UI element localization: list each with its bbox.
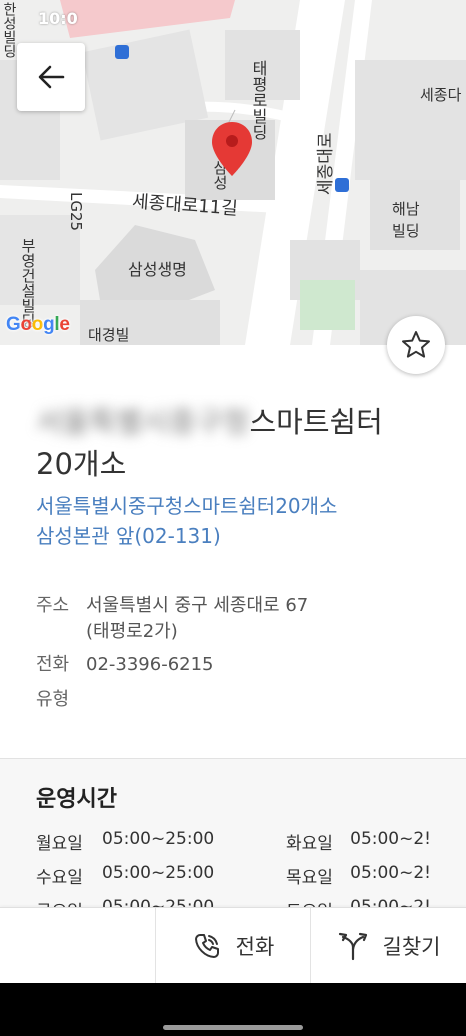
home-gesture-handle[interactable]	[163, 1025, 303, 1030]
map-label-sejongdaero: 세종대로	[316, 132, 336, 195]
hours-day: 월요일	[36, 834, 83, 854]
status-time: 10:0	[38, 9, 78, 28]
phone-value[interactable]: 02-3396-6215	[86, 652, 214, 678]
hours-time: 05:00~2!	[350, 829, 431, 849]
map-label-haenam: 해남빌딩	[392, 200, 420, 240]
place-subtitle-line1: 서울특별시중구청스마트쉼터20개소	[36, 494, 338, 518]
location-pin-icon[interactable]	[212, 122, 252, 180]
directions-button[interactable]: 길찾기	[310, 908, 466, 984]
bus-stop-icon[interactable]	[335, 178, 349, 192]
hours-time: 05:00~25:00	[102, 829, 215, 849]
hours-row: 수요일 05:00~25:00	[36, 863, 214, 888]
address-value[interactable]: 서울특별시 중구 세종대로 67 (태평로2가)	[86, 593, 308, 645]
hours-day: 목요일	[286, 868, 333, 888]
address-line1: 서울특별시 중구 세종대로 67	[86, 595, 309, 616]
type-row: 유형	[36, 687, 86, 713]
google-logo: Google	[6, 314, 70, 335]
call-button[interactable]: 전화	[155, 908, 310, 984]
directions-label: 길찾기	[382, 935, 441, 959]
bus-stop-icon[interactable]	[115, 45, 129, 59]
map-label-taepyeong: 태평로빌딩	[249, 60, 268, 140]
favorite-button[interactable]	[387, 316, 445, 374]
hours-day: 화요일	[286, 834, 333, 854]
hours-row: 목요일 05:00~2!	[286, 863, 431, 888]
back-button[interactable]	[17, 43, 85, 111]
map-label-lg25: LG25	[67, 192, 85, 232]
map-label-daegyeong: 대경빌	[88, 326, 130, 344]
hours-time: 05:00~2!	[350, 863, 431, 883]
directions-icon	[338, 932, 367, 961]
action-bar: 전화 길찾기	[0, 907, 466, 984]
phone-label: 전화	[36, 654, 70, 675]
star-outline-icon	[402, 331, 430, 358]
phone-row: 전화 02-3396-6215	[36, 652, 214, 678]
place-title: 서울특별시중구청스마트쉼터 20개소	[36, 401, 436, 485]
place-subtitle[interactable]: 서울특별시중구청스마트쉼터20개소 삼성본관 앞(02-131)	[36, 491, 436, 551]
place-title-redacted: 서울특별시중구청	[36, 405, 250, 439]
hours-time: 05:00~25:00	[102, 863, 215, 883]
hours-day: 수요일	[36, 868, 83, 888]
map-label-sejong-right: 세종다	[420, 86, 462, 104]
place-subtitle-line2: 삼성본관 앞(02-131)	[36, 524, 221, 548]
place-title-visible: 스마트쉼터	[249, 405, 383, 439]
call-label: 전화	[235, 935, 275, 959]
type-label: 유형	[36, 689, 70, 710]
status-bar: 10:0	[0, 0, 466, 40]
hours-title: 운영시간	[36, 787, 117, 812]
address-row: 주소 서울특별시 중구 세종대로 67 (태평로2가)	[36, 593, 308, 645]
address-line2: (태평로2가)	[86, 621, 178, 642]
operating-hours: 운영시간 월요일 05:00~25:00 화요일 05:00~2! 수요일 05…	[0, 759, 466, 909]
hours-row: 월요일 05:00~25:00	[36, 829, 214, 854]
system-nav-bar	[0, 983, 466, 1036]
hours-row: 화요일 05:00~2!	[286, 829, 431, 854]
place-title-line2: 20개소	[36, 447, 127, 481]
map-label-samsung-life: 삼성생명	[128, 260, 187, 279]
phone-icon	[194, 934, 219, 958]
arrow-left-icon	[38, 65, 65, 89]
address-label: 주소	[36, 595, 70, 616]
